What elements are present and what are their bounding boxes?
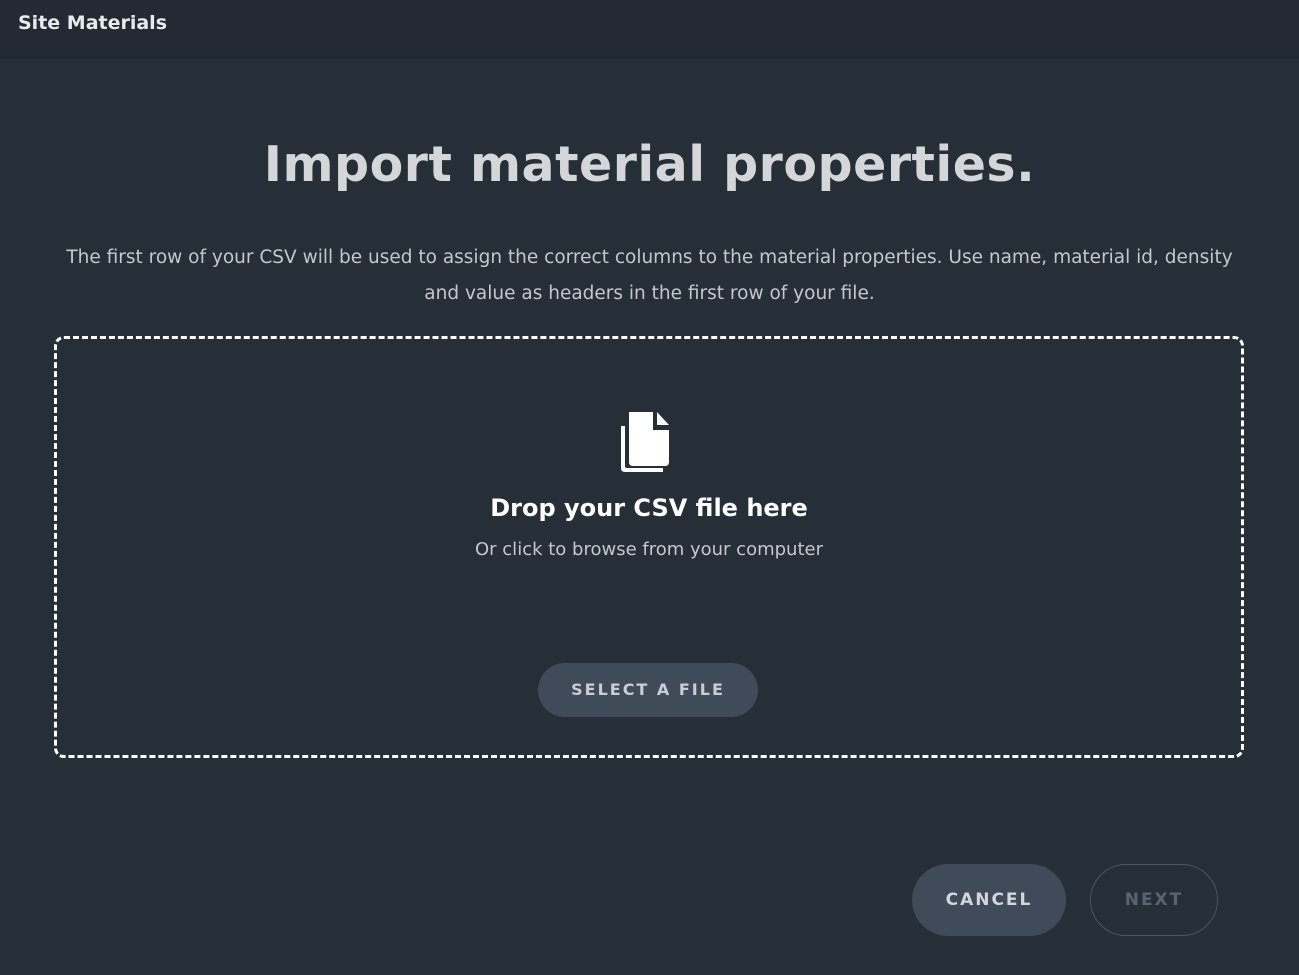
csv-dropzone[interactable]: Drop your CSV file here Or click to brow… xyxy=(54,336,1244,758)
select-file-button[interactable]: SELECT A FILE xyxy=(538,663,758,717)
file-copy-icon xyxy=(617,410,673,474)
instructions-text: The first row of your CSV will be used t… xyxy=(66,247,1233,304)
dropzone-title: Drop your CSV file here xyxy=(490,494,808,522)
top-bar: Site Materials xyxy=(0,0,1299,59)
page-title: Import material properties. xyxy=(263,136,1036,193)
import-dialog: Site Materials Import material propertie… xyxy=(0,0,1299,975)
app-title: Site Materials xyxy=(18,12,168,34)
cancel-button[interactable]: CANCEL xyxy=(912,864,1066,936)
next-button[interactable]: NEXT xyxy=(1090,864,1218,936)
dropzone-subtitle: Or click to browse from your computer xyxy=(475,539,823,560)
